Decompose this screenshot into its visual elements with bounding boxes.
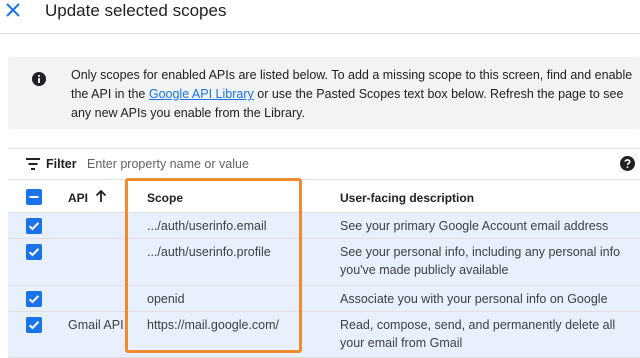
select-all-checkbox[interactable] (26, 189, 42, 205)
api-library-link[interactable]: Google API Library (149, 87, 254, 101)
filter-bar: Filter (8, 148, 640, 180)
scopes-table: API Scope User-facing description .../au… (8, 181, 640, 358)
filter-icon[interactable] (26, 158, 40, 170)
scope-column-highlight (125, 178, 302, 353)
row-description: See your personal info, including any pe… (340, 245, 621, 277)
info-text: Only scopes for enabled APIs are listed … (71, 66, 637, 123)
table-row: openid Associate you with your personal … (8, 286, 640, 312)
row-api: Gmail API (68, 318, 124, 332)
filter-label: Filter (46, 157, 77, 171)
minus-icon (29, 196, 39, 198)
row-checkbox[interactable] (26, 317, 42, 333)
dialog-title: Update selected scopes (45, 1, 227, 20)
check-icon (28, 321, 40, 330)
check-icon (28, 295, 40, 304)
row-checkbox[interactable] (26, 291, 42, 307)
table-row: .../auth/userinfo.email See your primary… (8, 213, 640, 239)
row-checkbox[interactable] (26, 218, 42, 234)
column-header-description: User-facing description (340, 191, 475, 205)
check-icon (28, 248, 40, 257)
row-description: Associate you with your personal info on… (340, 292, 608, 306)
help-icon[interactable] (620, 156, 635, 171)
info-banner: Only scopes for enabled APIs are listed … (8, 57, 640, 129)
row-description: See your primary Google Account email ad… (340, 219, 609, 233)
table-row: .../auth/userinfo.profile See your perso… (8, 239, 640, 286)
info-icon (32, 72, 46, 86)
filter-input[interactable] (87, 154, 567, 174)
row-checkbox[interactable] (26, 244, 42, 260)
row-description: Read, compose, send, and permanently del… (340, 318, 616, 350)
table-row: Gmail API https://mail.google.com/ Read,… (8, 312, 640, 358)
table-header-row: API Scope User-facing description (8, 181, 640, 213)
dialog-header: Update selected scopes (0, 0, 640, 34)
check-icon (28, 222, 40, 231)
arrow-up-icon[interactable] (95, 190, 107, 203)
close-icon[interactable] (2, 1, 22, 21)
